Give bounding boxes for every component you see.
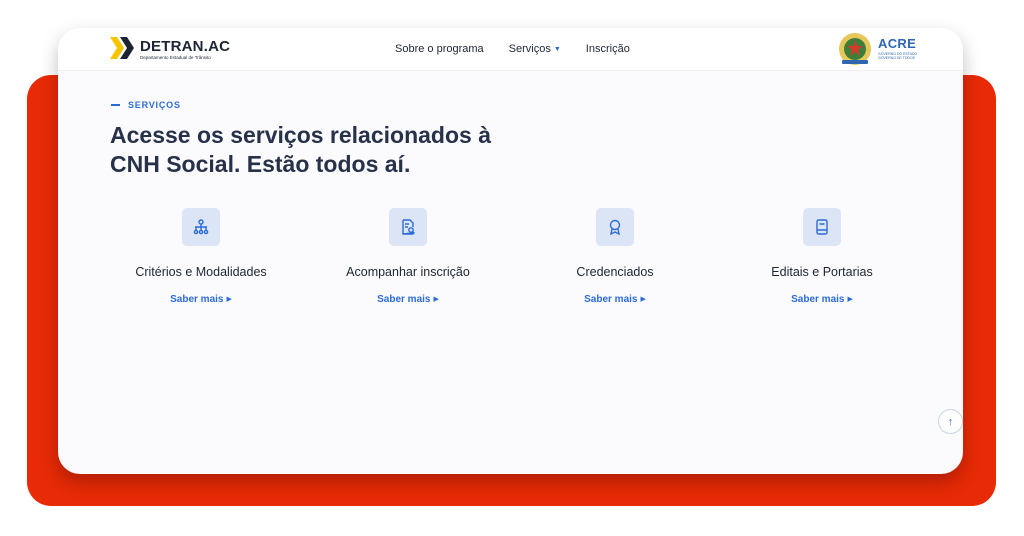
triangle-right-icon: ▶ [847, 296, 853, 303]
eyebrow-label: SERVIÇOS [128, 100, 181, 110]
headline-line-2: CNH Social. Estão todos aí. [110, 151, 411, 177]
saber-mais-link[interactable]: Saber mais ▶ [722, 294, 922, 305]
state-coat-of-arms-icon [839, 33, 871, 65]
link-label: Saber mais [170, 294, 224, 305]
logo-subtitle: Departamento Estadual de Trânsito [140, 55, 211, 60]
saber-mais-link[interactable]: Saber mais ▶ [101, 294, 301, 305]
nav-inscricao[interactable]: Inscrição [586, 43, 630, 55]
arrow-up-icon: ↑ [947, 415, 954, 428]
service-title: Editais e Portarias [771, 265, 873, 279]
nav-servicos[interactable]: Serviços ▼ [509, 43, 561, 55]
service-title: Acompanhar inscrição [346, 265, 470, 279]
award-badge-icon[interactable] [596, 208, 634, 246]
scroll-to-top-button[interactable]: ↑ [938, 409, 963, 434]
service-title: Credenciados [576, 265, 654, 279]
browser-window: DETRAN.AC Departamento Estadual de Trâns… [58, 28, 963, 474]
headline-line-1: Acesse os serviços relacionados à [110, 122, 491, 148]
nav-label: Inscrição [585, 43, 630, 55]
service-card-acompanhar: Acompanhar inscrição Saber mais ▶ [308, 208, 508, 318]
triangle-right-icon: ▶ [640, 296, 646, 303]
nav-label: Sobre o programa [395, 43, 484, 55]
saber-mais-link[interactable]: Saber mais ▶ [308, 294, 508, 305]
detran-chevron-icon [110, 37, 134, 59]
acre-title: ACRE [878, 36, 917, 51]
service-card-criterios: Critérios e Modalidades Saber mais ▶ [101, 208, 301, 318]
saber-mais-link[interactable]: Saber mais ▶ [515, 294, 715, 305]
service-card-credenciados: Credenciados Saber mais ▶ [515, 208, 715, 318]
main-nav: Sobre o programa Serviços ▼ Inscrição [395, 40, 630, 58]
logo-name: DETRAN.AC [140, 38, 231, 55]
acre-tagline: GOVERNO DO ESTADO GOVERNO DE TODOS [878, 52, 918, 60]
triangle-right-icon: ▶ [226, 296, 232, 303]
detran-logo[interactable]: DETRAN.AC Departamento Estadual de Trâns… [110, 35, 240, 63]
service-title: Critérios e Modalidades [135, 265, 267, 279]
eyebrow-dash [111, 104, 120, 106]
nav-label: Serviços [508, 43, 551, 55]
link-label: Saber mais [584, 294, 638, 305]
link-label: Saber mais [377, 294, 431, 305]
hierarchy-icon[interactable] [182, 208, 220, 246]
triangle-right-icon: ▶ [433, 296, 439, 303]
section-headline: Acesse os serviços relacionados à CNH So… [110, 121, 530, 179]
top-navbar: DETRAN.AC Departamento Estadual de Trâns… [58, 28, 963, 71]
acre-government-logo[interactable]: ACRE GOVERNO DO ESTADO GOVERNO DE TODOS [836, 30, 918, 68]
link-label: Saber mais [791, 294, 845, 305]
nav-sobre-o-programa[interactable]: Sobre o programa [395, 43, 484, 55]
document-search-icon[interactable] [389, 208, 427, 246]
caret-down-icon: ▼ [553, 46, 561, 53]
service-card-editais: Editais e Portarias Saber mais ▶ [722, 208, 922, 318]
section-eyebrow: SERVIÇOS [111, 100, 181, 110]
book-icon[interactable] [803, 208, 841, 246]
